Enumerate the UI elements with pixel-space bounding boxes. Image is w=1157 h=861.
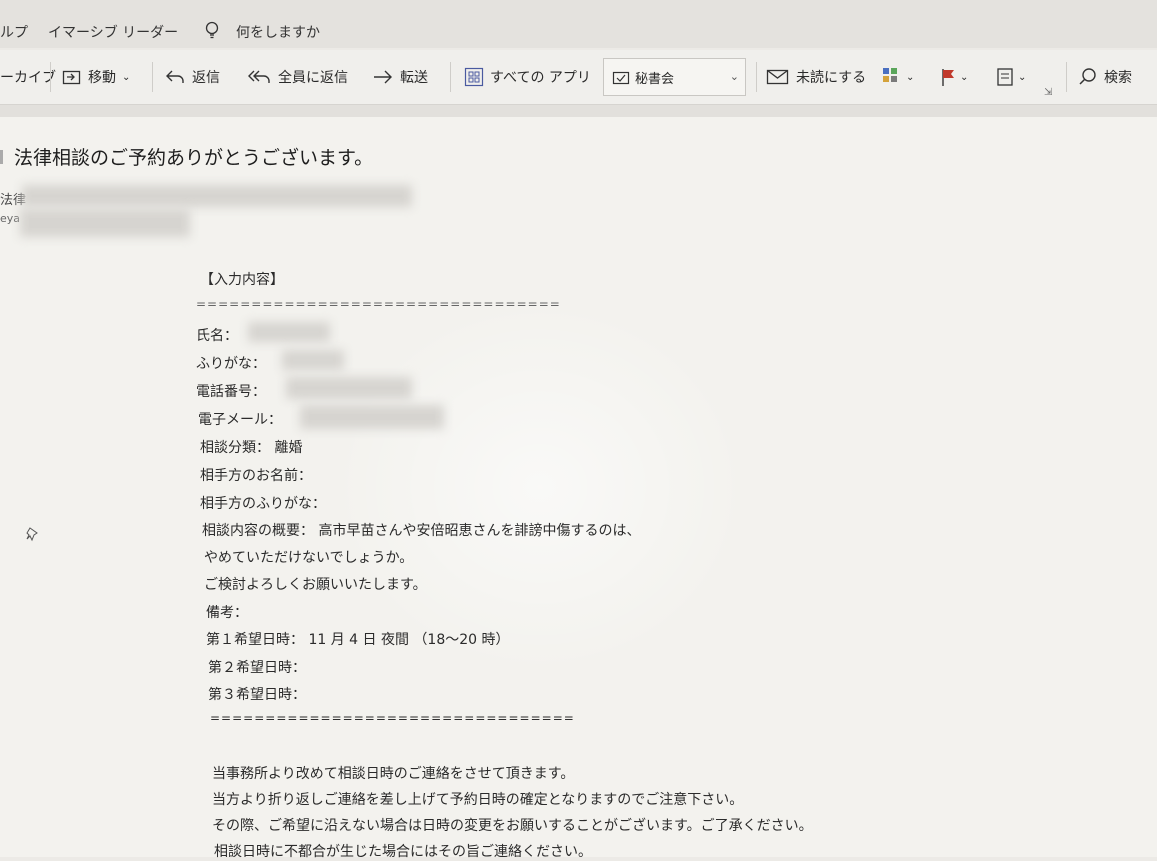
flag-button[interactable]: ⌄ (940, 67, 968, 87)
archive-label: ーカイブ (0, 70, 56, 86)
screen-glare (330, 297, 750, 677)
dialog-launcher-icon[interactable]: ⇲ (1044, 87, 1052, 98)
forward-button[interactable]: 転送 (372, 67, 428, 87)
email-label: 電子メール： (198, 412, 282, 428)
preferred-date-3: 第３希望日時： (208, 687, 306, 703)
reply-label: 返信 (192, 70, 220, 86)
policy-button[interactable]: ⌄ (996, 67, 1026, 87)
reply-all-label: 全員に返信 (278, 70, 348, 86)
apps-grid-icon (464, 67, 484, 87)
menu-help[interactable]: ルプ (0, 22, 28, 42)
search-icon (1079, 68, 1096, 85)
mark-unread-button[interactable]: 未読にする (766, 67, 866, 87)
subject-marker (0, 150, 3, 164)
envelope-icon (766, 69, 789, 85)
mark-unread-label: 未読にする (796, 70, 867, 86)
reading-pane: 法律相談のご予約ありがとうございます。 法律 eya 【入力内容】 ======… (0, 117, 1157, 860)
all-apps-label: すべての アプリ (490, 70, 591, 86)
all-apps-button[interactable]: すべての アプリ (464, 67, 591, 87)
divider (152, 62, 153, 92)
redacted-furigana (282, 350, 344, 370)
search-label: 検索 (1104, 70, 1132, 86)
move-button[interactable]: 移動 ⌄ (62, 67, 130, 87)
recipient-line: eya (0, 212, 21, 225)
chevron-down-icon: ⌄ (1018, 71, 1027, 83)
body-header: 【入力内容】 (200, 272, 284, 288)
chevron-down-icon[interactable]: ⌄ (730, 70, 739, 83)
reply-button[interactable]: 返信 (164, 67, 220, 87)
tell-me-search[interactable]: 何をしますか (236, 22, 320, 42)
lightbulb-icon (205, 21, 219, 39)
phone-label: 電話番号： (196, 384, 266, 400)
divider (1066, 62, 1067, 92)
quick-step-label: 秘書会 (635, 72, 675, 87)
opponent-name-line: 相手方のお名前： (200, 468, 312, 484)
opponent-furigana-line: 相手方のふりがな： (200, 496, 326, 512)
preferred-date-2: 第２希望日時： (208, 660, 306, 676)
redacted-sender (22, 185, 412, 207)
note-line-1: 当事務所より改めて相談日時のご連絡をさせて頂きます。 (212, 766, 575, 782)
reply-all-button[interactable]: 全員に返信 (246, 67, 348, 87)
menu-bar: ルプ イマーシブ リーダー 何をしますか (0, 0, 1157, 48)
menu-immersive-reader[interactable]: イマーシブ リーダー (48, 22, 178, 42)
move-label: 移動 (88, 70, 116, 86)
summary-line-1: 相談内容の概要： 高市早苗さんや安倍昭恵さんを誹謗中傷するのは、 (202, 523, 641, 539)
categorize-button[interactable]: ⌄ (882, 67, 914, 87)
note-line-3: その際、ご希望に沿えない場合は日時の変更をお願いすることがございます。ご了承くだ… (212, 818, 813, 834)
redacted-email (300, 405, 444, 429)
redacted-name (248, 322, 330, 342)
ribbon-bottom-strip (0, 105, 1157, 117)
summary-line-2: やめていただけないでしょうか。 (204, 550, 414, 566)
redacted-phone (286, 377, 412, 399)
chevron-down-icon: ⌄ (906, 71, 915, 83)
summary-line-3: ご検討よろしくお願いいたします。 (204, 577, 427, 593)
chevron-down-icon: ⌄ (122, 71, 131, 83)
quick-steps-dropdown[interactable]: 秘書会 ⌄ (603, 58, 746, 96)
furigana-label: ふりがな： (196, 356, 266, 372)
note-line-2: 当方より折り返しご連絡を差し上げて予約日時の確定となりますのでご注意下さい。 (212, 792, 744, 808)
note-line-4: 相談日時に不都合が生じた場合にはその旨ご連絡ください。 (214, 844, 592, 860)
move-folder-icon (62, 70, 81, 85)
forward-label: 転送 (400, 70, 428, 86)
preferred-date-1: 第１希望日時： 11 月 4 日 夜間 （18～20 時） (206, 632, 510, 648)
chevron-down-icon: ⌄ (960, 71, 969, 83)
search-button[interactable]: 検索 (1078, 67, 1132, 87)
remarks-line: 備考： (206, 605, 248, 621)
divider (50, 62, 51, 92)
category-line: 相談分類： 離婚 (200, 440, 303, 456)
redacted-recipient (20, 209, 190, 237)
divider-top: ================================= (196, 297, 561, 311)
flag-icon (942, 69, 954, 86)
forward-arrow-icon (374, 70, 392, 84)
message-subject: 法律相談のご予約ありがとうございます。 (14, 147, 374, 169)
archive-button[interactable]: ーカイブ (0, 67, 56, 87)
reply-icon (166, 70, 184, 83)
divider (756, 62, 757, 92)
name-label: 氏名： (196, 328, 238, 344)
divider-bottom: ================================= (210, 711, 575, 725)
category-grid-icon (883, 68, 897, 82)
policy-icon (997, 68, 1013, 86)
divider (450, 62, 451, 92)
quick-step-folder-icon (612, 71, 630, 84)
reply-all-icon (248, 70, 270, 83)
pin-icon[interactable] (26, 527, 40, 543)
ribbon-toolbar: ーカイブ 移動 ⌄ 返信 全員に返信 転送 すべての アプリ 秘書会 ⌄ 未読に… (0, 50, 1157, 105)
